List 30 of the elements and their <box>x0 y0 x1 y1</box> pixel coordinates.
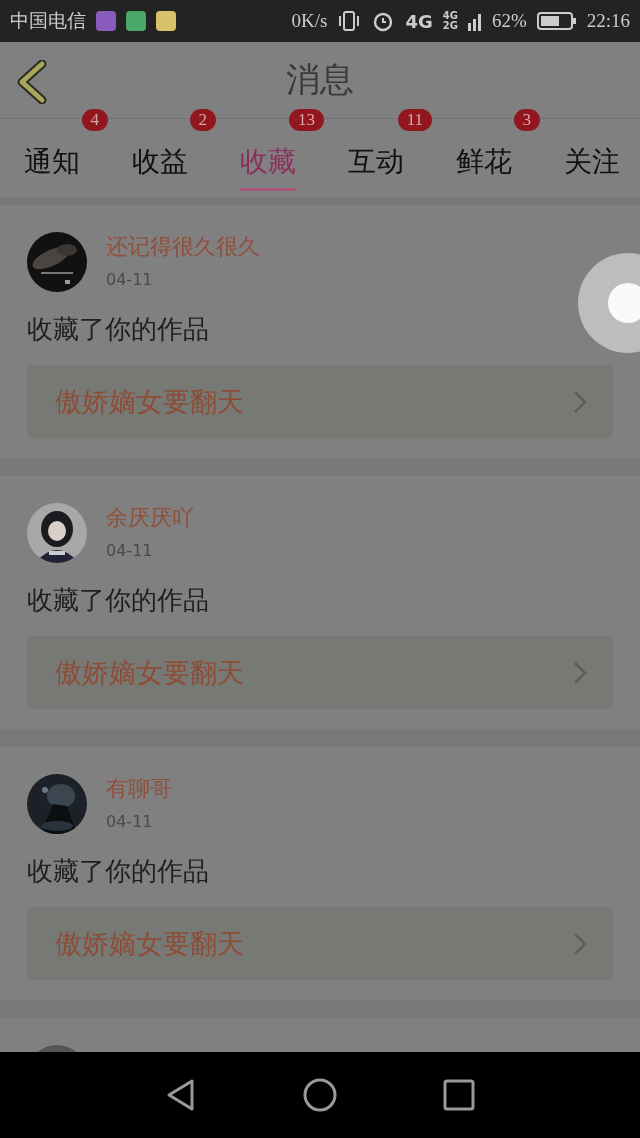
count-badge: 3 <box>513 109 540 131</box>
scan-app-icon <box>126 11 146 31</box>
count-badge: 2 <box>189 109 216 131</box>
chat-app-icon <box>156 11 176 31</box>
message-text: 收藏了你的作品 <box>27 584 210 617</box>
network-type: 2G <box>442 21 458 31</box>
carrier-name: 中国电信 <box>10 9 86 33</box>
vibrate-icon <box>337 9 362 33</box>
signal-icon <box>467 11 482 31</box>
page-title: 消息 <box>286 58 354 101</box>
network-type: 4G <box>442 11 458 21</box>
network-speed: 0K/s <box>291 10 328 32</box>
clock-time: 22:16 <box>586 10 630 32</box>
battery-icon <box>536 11 577 31</box>
count-badge: 4 <box>81 109 108 131</box>
message-text: 收藏了你的作品 <box>27 313 210 346</box>
chevron-icon <box>573 931 587 956</box>
recents-icon[interactable] <box>443 1079 475 1111</box>
back-icon[interactable] <box>16 60 48 104</box>
tab[interactable]: 关注 <box>564 143 620 191</box>
battery-percent: 62% <box>491 10 527 32</box>
network-type: 4G <box>405 10 433 32</box>
count-badge: 13 <box>289 109 324 131</box>
chevron-icon <box>573 389 587 414</box>
back-icon[interactable] <box>165 1078 197 1112</box>
count-badge: 11 <box>397 109 432 131</box>
message-text: 收藏了你的作品 <box>27 855 210 888</box>
home-icon[interactable] <box>303 1078 337 1112</box>
chevron-icon <box>573 660 587 685</box>
gallery-app-icon <box>96 11 116 31</box>
